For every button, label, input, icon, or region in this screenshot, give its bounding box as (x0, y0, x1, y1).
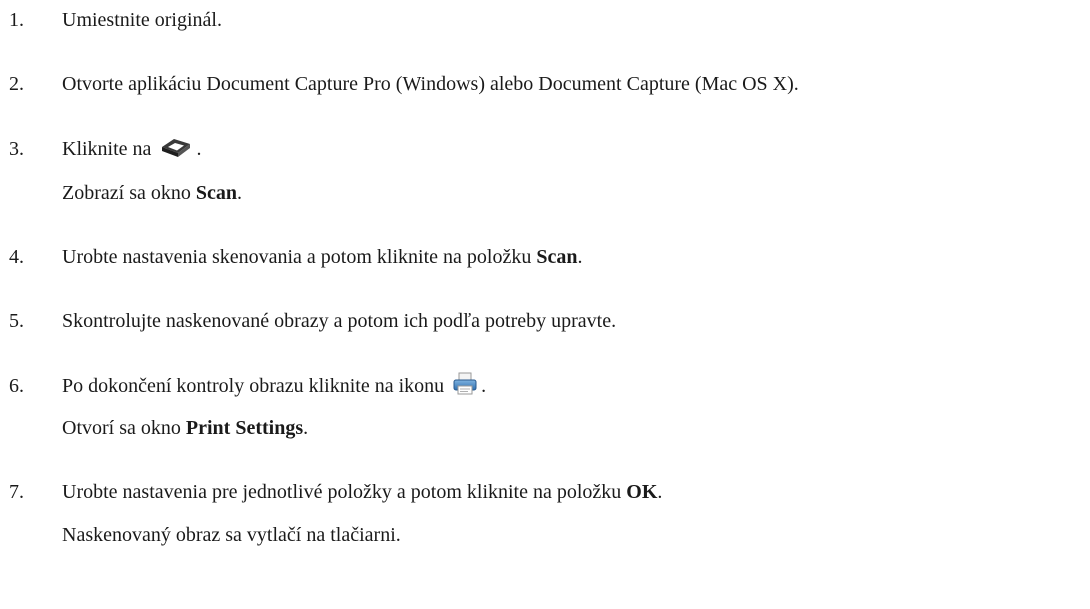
step-result: Naskenovaný obraz sa vytlačí na tlačiarn… (62, 524, 401, 546)
step-text-before: Urobte nastavenia skenovania a potom kli… (62, 246, 537, 268)
result-text-after: . (236, 182, 242, 204)
step-number: 4. (9, 246, 24, 268)
step-text: Umiestnite originál. (62, 9, 222, 31)
step-text: Skontrolujte naskenované obrazy a potom … (62, 310, 617, 332)
step-text-before: Kliknite na (62, 138, 152, 160)
result-text: Zobrazí sa okno (62, 182, 196, 204)
step-result: Otvorí sa okno Print Settings. (62, 414, 308, 442)
step-text-after: . (577, 246, 583, 268)
step-number: 2. (9, 73, 24, 95)
result-bold-text: Print Settings (185, 417, 304, 439)
step-text-after: . (481, 375, 487, 397)
result-bold-text: Scan (195, 182, 237, 204)
scanner-icon (159, 135, 193, 159)
step-text: Po dokončení kontroly obrazu kliknite na… (62, 372, 486, 400)
step-text-after: . (196, 138, 202, 160)
step-number: 5. (9, 310, 24, 332)
step-number: 1. (9, 9, 24, 31)
step-number: 7. (9, 481, 24, 503)
step-text: Urobte nastavenia skenovania a potom kli… (62, 243, 582, 271)
step-text-before: Urobte nastavenia pre jednotlivé položky… (62, 481, 627, 503)
step-text: Otvorte aplikáciu Document Capture Pro (… (62, 73, 799, 95)
printer-icon (452, 372, 478, 396)
step-text-bold: OK (626, 481, 658, 503)
step-text: Urobte nastavenia pre jednotlivé položky… (62, 478, 662, 506)
result-text: Otvorí sa okno (62, 417, 186, 439)
step-text-after: . (657, 481, 663, 503)
step-text: Kliknite na . (62, 135, 201, 163)
step-text-bold: Scan (536, 246, 578, 268)
step-number: 6. (9, 375, 24, 397)
step-number: 3. (9, 138, 24, 160)
step-text-before: Po dokončení kontroly obrazu kliknite na… (62, 375, 445, 397)
step-result: Zobrazí sa okno Scan. (62, 179, 242, 207)
procedure-steps: 1. Umiestnite originál. 2. Otvorte aplik… (0, 0, 1090, 609)
result-text-after: . (303, 417, 309, 439)
